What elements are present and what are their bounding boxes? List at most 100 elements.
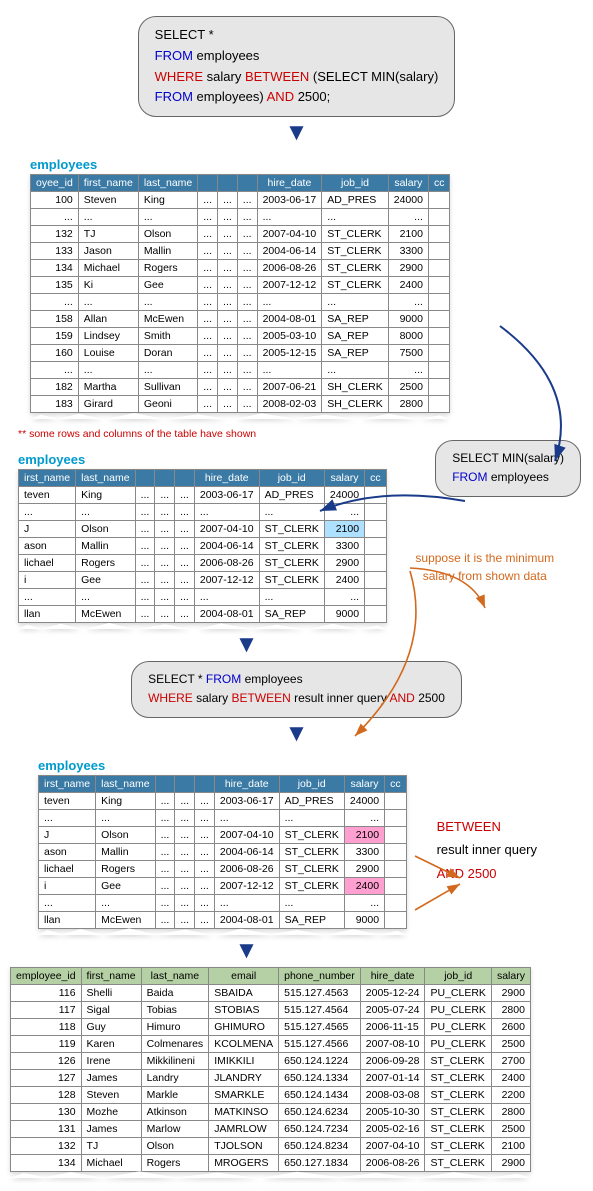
table-cell: Mozhe — [81, 1103, 141, 1120]
table-cell: 127 — [11, 1069, 82, 1086]
table-row: 132TJOlsonTJOLSON650.124.82342007-04-10S… — [11, 1137, 531, 1154]
column-header: job_id — [279, 775, 344, 792]
table-cell: 2400 — [324, 572, 364, 589]
table-cell: 2008-03-08 — [360, 1086, 425, 1103]
column-header: last_name — [76, 470, 135, 487]
table-cell: SA_REP — [322, 345, 388, 362]
table-cell: ... — [155, 572, 175, 589]
table-cell: teven — [19, 487, 76, 504]
table-cell: AD_PRES — [279, 792, 344, 809]
table-cell: ... — [214, 894, 279, 911]
table-row: 134MichaelRogers.........2006-08-26ST_CL… — [31, 260, 450, 277]
table-cell: ... — [218, 277, 238, 294]
table-cell: 2003-06-17 — [194, 487, 259, 504]
table-cell: 117 — [11, 1001, 82, 1018]
sql-kw: BETWEEN — [245, 69, 309, 84]
column-header: job_id — [259, 470, 324, 487]
table-row: 160LouiseDoran.........2005-12-15SA_REP7… — [31, 345, 450, 362]
table-cell — [365, 606, 387, 623]
table-cell — [428, 226, 450, 243]
table-cell: 515.127.4564 — [279, 1001, 361, 1018]
table-cell: ... — [195, 809, 215, 826]
table-cell: ... — [322, 209, 388, 226]
table-cell: ST_CLERK — [322, 243, 388, 260]
column-header: job_id — [425, 967, 491, 984]
table-cell: 132 — [31, 226, 79, 243]
table-cell: ST_CLERK — [425, 1069, 491, 1086]
table-row: 132TJOlson.........2007-04-10ST_CLERK210… — [31, 226, 450, 243]
table-cell: ... — [175, 911, 195, 928]
table-cell: llan — [39, 911, 96, 928]
table-cell: 2500 — [491, 1120, 530, 1137]
table-cell: James — [81, 1120, 141, 1137]
table-cell: 132 — [11, 1137, 82, 1154]
table-cell: 2500 — [491, 1035, 530, 1052]
table-cell: ... — [237, 311, 257, 328]
table-row: 100StevenKing.........2003-06-17AD_PRES2… — [31, 192, 450, 209]
table-cell: Baida — [141, 984, 209, 1001]
table-cell: ... — [237, 243, 257, 260]
sql-kw: FROM — [155, 89, 193, 104]
table-row: lichaelRogers.........2006-08-26ST_CLERK… — [39, 860, 407, 877]
table-cell — [365, 555, 387, 572]
table-cell: llan — [19, 606, 76, 623]
table-cell: 2004-08-01 — [214, 911, 279, 928]
table-cell: ... — [237, 294, 257, 311]
table-cell: 2007-12-12 — [194, 572, 259, 589]
table-cell: 2003-06-17 — [214, 792, 279, 809]
table-cell: ... — [324, 504, 364, 521]
table-cell: 2007-01-14 — [360, 1069, 425, 1086]
table-row: 135KiGee.........2007-12-12ST_CLERK2400 — [31, 277, 450, 294]
table-cell: 2200 — [491, 1086, 530, 1103]
table-cell: ... — [237, 362, 257, 379]
table-cell: ... — [175, 555, 195, 572]
table-cell: ... — [39, 894, 96, 911]
table-cell: ... — [198, 277, 218, 294]
table-cell: ... — [259, 589, 324, 606]
suppose-note: suppose it is the minimum salary from sh… — [387, 549, 583, 585]
table-cell: 2004-06-14 — [214, 843, 279, 860]
table-cell: ST_CLERK — [322, 226, 388, 243]
table-cell: ... — [218, 362, 238, 379]
sql-text: ( — [309, 69, 317, 84]
column-header — [155, 775, 175, 792]
table-cell: 2007-06-21 — [257, 379, 322, 396]
table-cell: ... — [324, 589, 364, 606]
table-cell: SA_REP — [322, 328, 388, 345]
table-cell: Gee — [138, 277, 197, 294]
arrow-down-icon: ▼ — [10, 121, 583, 145]
table-cell: ... — [198, 311, 218, 328]
table-cell — [385, 911, 407, 928]
table-cell: ... — [322, 294, 388, 311]
table-cell: ST_CLERK — [279, 843, 344, 860]
table-row: llanMcEwen.........2004-08-01SA_REP9000 — [19, 606, 387, 623]
sql-kw: SELECT * — [155, 27, 214, 42]
table-cell: ... — [78, 209, 138, 226]
table-cell: 183 — [31, 396, 79, 413]
table-row: ........................... — [31, 209, 450, 226]
table-cell: 2800 — [388, 396, 428, 413]
table-cell: ST_CLERK — [259, 538, 324, 555]
table-cell — [385, 809, 407, 826]
table-cell: ... — [198, 345, 218, 362]
table-row: iGee.........2007-12-12ST_CLERK2400 — [19, 572, 387, 589]
table-cell — [365, 487, 387, 504]
table-cell: ST_CLERK — [322, 260, 388, 277]
table-cell: ... — [39, 809, 96, 826]
table-cell: Michael — [78, 260, 138, 277]
column-header: salary — [344, 775, 384, 792]
table-cell: ... — [135, 504, 155, 521]
column-header: first_name — [81, 967, 141, 984]
sql-text: MIN(salary) — [368, 69, 439, 84]
table-cell: Steven — [81, 1086, 141, 1103]
table-cell: ... — [31, 294, 79, 311]
column-header: cc — [365, 470, 387, 487]
table-cell: ... — [155, 589, 175, 606]
table-row: ........................ — [19, 504, 387, 521]
table-cell: 24000 — [324, 487, 364, 504]
table-row: 158AllanMcEwen.........2004-08-01SA_REP9… — [31, 311, 450, 328]
result-table: employee_idfirst_namelast_nameemailphone… — [10, 967, 531, 1172]
table-row: lichaelRogers.........2006-08-26ST_CLERK… — [19, 555, 387, 572]
table-cell: ... — [237, 192, 257, 209]
table-cell: 2004-06-14 — [257, 243, 322, 260]
